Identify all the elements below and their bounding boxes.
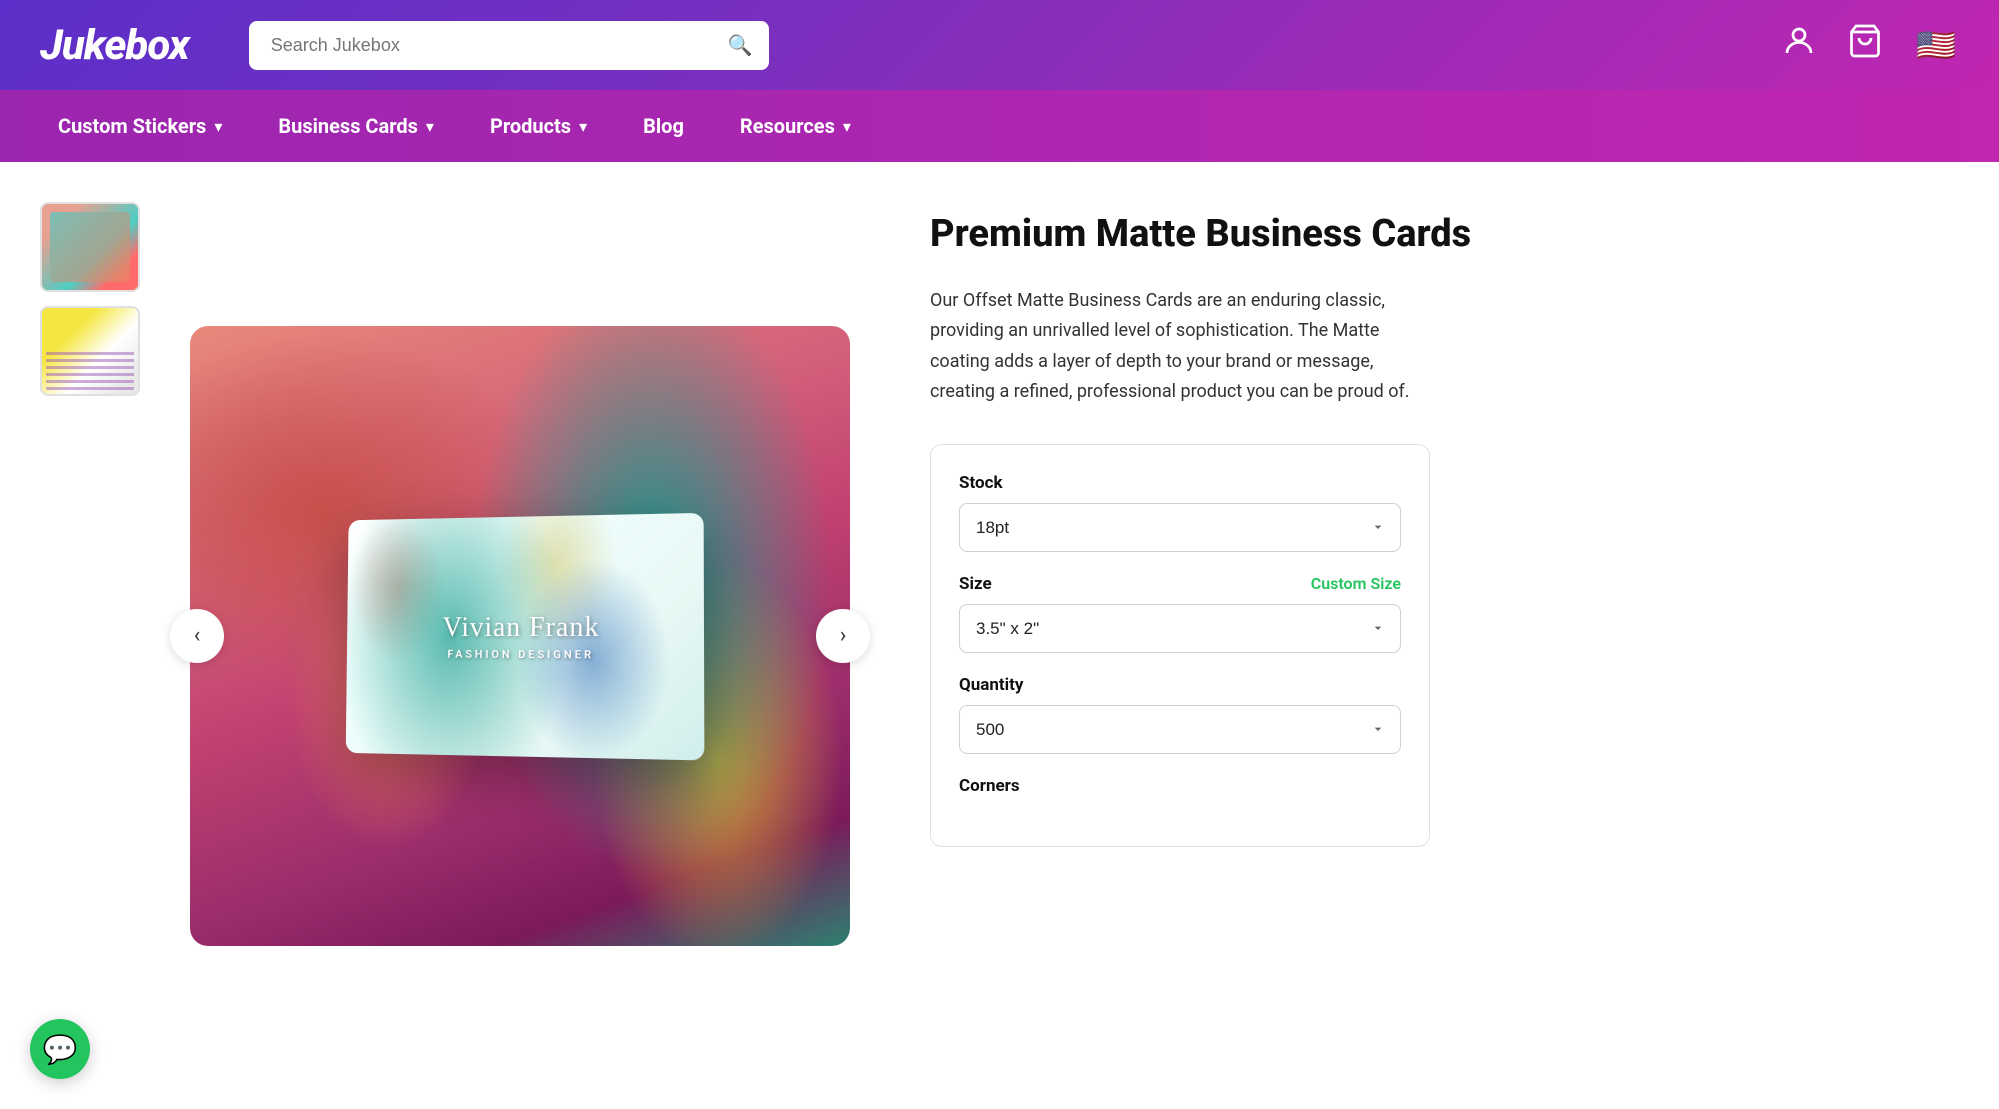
country-flag[interactable]: 🇺🇸 xyxy=(1913,22,1959,68)
nav-label-products: Products xyxy=(490,114,571,138)
size-row: Size Custom Size 3.5" x 2" 2" x 3.5" 3" … xyxy=(959,574,1401,653)
thumbnail-2[interactable] xyxy=(40,306,140,396)
product-image-area: ‹ Vivian Frank Fashion Designer › xyxy=(190,192,850,1079)
chevron-down-icon: ▾ xyxy=(214,117,222,136)
quantity-select[interactable]: 500 250 100 1000 xyxy=(959,705,1401,754)
custom-size-link[interactable]: Custom Size xyxy=(1311,574,1401,593)
cart-icon[interactable] xyxy=(1847,23,1883,67)
config-panel: Stock 18pt 16pt 14pt 12pt Size Custom Si… xyxy=(930,444,1430,847)
product-description: Our Offset Matte Business Cards are an e… xyxy=(930,286,1410,408)
nav-item-resources[interactable]: Resources ▾ xyxy=(712,90,879,162)
nav-item-business-cards[interactable]: Business Cards ▾ xyxy=(250,90,462,162)
header-actions: 🇺🇸 xyxy=(1781,22,1959,68)
nav-label-business-cards: Business Cards xyxy=(278,114,418,138)
site-logo[interactable]: Jukebox xyxy=(40,21,189,70)
stock-select[interactable]: 18pt 16pt 14pt 12pt xyxy=(959,503,1401,552)
nav-label-custom-stickers: Custom Stickers xyxy=(58,114,206,138)
prev-image-button[interactable]: ‹ xyxy=(170,609,224,663)
quantity-row: Quantity 500 250 100 1000 xyxy=(959,675,1401,754)
product-title: Premium Matte Business Cards xyxy=(930,212,1959,258)
card-name-text: Vivian Frank xyxy=(442,611,599,643)
chat-button[interactable]: 💬 xyxy=(30,1019,90,1079)
search-input[interactable] xyxy=(249,21,769,70)
product-details: Premium Matte Business Cards Our Offset … xyxy=(890,192,1959,1079)
main-content: ‹ Vivian Frank Fashion Designer › Premiu… xyxy=(0,162,1999,1109)
corners-label: Corners xyxy=(959,776,1401,796)
nav-label-resources: Resources xyxy=(740,114,835,138)
search-container: 🔍 xyxy=(249,21,769,70)
thumbnail-1[interactable] xyxy=(40,202,140,292)
card-subtitle-text: Fashion Designer xyxy=(448,647,595,660)
search-icon: 🔍 xyxy=(728,33,753,57)
product-image: Vivian Frank Fashion Designer xyxy=(190,326,850,946)
size-label: Size Custom Size xyxy=(959,574,1401,594)
chevron-down-icon: ▾ xyxy=(579,117,587,136)
chevron-down-icon: ▾ xyxy=(426,117,434,136)
main-nav: Custom Stickers ▾ Business Cards ▾ Produ… xyxy=(0,90,1999,162)
corners-row: Corners xyxy=(959,776,1401,796)
account-icon[interactable] xyxy=(1781,23,1817,67)
nav-item-blog[interactable]: Blog xyxy=(615,90,712,162)
site-header: Jukebox 🔍 🇺🇸 xyxy=(0,0,1999,90)
size-select[interactable]: 3.5" x 2" 2" x 3.5" 3" x 2" xyxy=(959,604,1401,653)
thumbnail-list xyxy=(40,192,150,1079)
quantity-label: Quantity xyxy=(959,675,1401,695)
nav-item-custom-stickers[interactable]: Custom Stickers ▾ xyxy=(30,90,250,162)
chevron-down-icon: ▾ xyxy=(843,117,851,136)
business-card-preview: Vivian Frank Fashion Designer xyxy=(346,512,705,760)
stock-row: Stock 18pt 16pt 14pt 12pt xyxy=(959,473,1401,552)
stock-label: Stock xyxy=(959,473,1401,493)
chat-icon: 💬 xyxy=(43,1033,78,1066)
nav-item-products[interactable]: Products ▾ xyxy=(462,90,615,162)
next-image-button[interactable]: › xyxy=(816,609,870,663)
nav-label-blog: Blog xyxy=(643,114,684,138)
